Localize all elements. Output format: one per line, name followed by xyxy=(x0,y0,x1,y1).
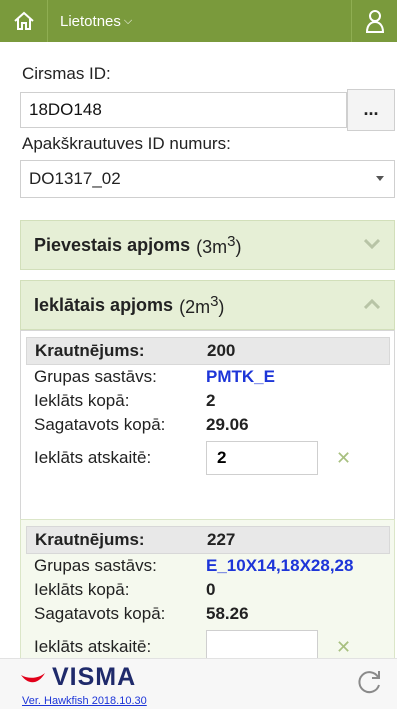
chevron-down-icon: ⌵ xyxy=(123,14,133,27)
home-button[interactable] xyxy=(0,0,48,42)
krautnejums-card-2: Krautnējums: 227 Grupas sastāvs: E_10X14… xyxy=(26,526,390,668)
cirsmas-lookup-button[interactable]: ... xyxy=(347,89,395,131)
pievestais-apjoms-amount: (3m3) xyxy=(196,232,242,257)
grupas-link[interactable]: PMTK_E xyxy=(206,367,275,387)
clear-icon[interactable]: ✕ xyxy=(336,448,351,469)
clear-icon[interactable]: ✕ xyxy=(336,637,351,658)
ieklatais-apjoms-title: Ieklātais apjoms xyxy=(34,294,174,315)
apps-menu-button[interactable]: Lietotnes ⌵ xyxy=(48,0,132,42)
krautnejums-row: Krautnējums: 200 xyxy=(26,337,390,365)
apakskrautuves-id-value: DO1317_02 xyxy=(29,169,121,188)
home-icon xyxy=(13,11,34,30)
krautnejums-value: 227 xyxy=(207,530,236,549)
ieklats-kopa-label: Ieklāts kopā: xyxy=(34,391,130,410)
chevron-down-icon xyxy=(364,239,380,249)
apps-menu-label: Lietotnes xyxy=(60,12,121,30)
ieklats-kopa-row: Ieklāts kopā: 0 xyxy=(26,578,390,602)
pievestais-apjoms-title: Pievestais apjoms xyxy=(34,234,191,255)
sagatavots-row: Sagatavots kopā: 29.06 xyxy=(26,413,390,437)
atskaite-label: Ieklāts atskaitē: xyxy=(34,448,152,467)
krautnejums-label: Krautnējums: xyxy=(35,341,145,360)
ieklats-kopa-value: 2 xyxy=(206,391,216,410)
krautnejums-label: Krautnējums: xyxy=(35,530,145,549)
atskaite-row: Ieklāts atskaitē: ✕ xyxy=(26,437,390,479)
sagatavots-value: 58.26 xyxy=(206,604,249,623)
chevron-up-icon xyxy=(364,299,380,309)
grupas-row: Grupas sastāvs: PMTK_E xyxy=(26,365,390,389)
cirsmas-id-label: Cirsmas ID: xyxy=(22,64,111,83)
refresh-icon[interactable] xyxy=(357,669,383,695)
krautnejums-row: Krautnējums: 227 xyxy=(26,526,390,554)
grupas-link[interactable]: E_10X14,18X28,28 xyxy=(206,556,353,576)
sagatavots-value: 29.06 xyxy=(206,415,249,434)
apakskrautuves-id-label: Apakškrautuves ID numurs: xyxy=(22,134,231,153)
grupas-label: Grupas sastāvs: xyxy=(34,556,157,575)
atskaite-input[interactable] xyxy=(206,441,318,475)
ieklats-kopa-value: 0 xyxy=(206,580,216,599)
cirsmas-id-input[interactable] xyxy=(20,92,347,128)
ieklats-kopa-label: Ieklāts kopā: xyxy=(34,580,130,599)
pievestais-apjoms-header[interactable]: Pievestais apjoms (3m3) xyxy=(20,220,395,270)
visma-swoosh-icon xyxy=(21,672,45,682)
version-link[interactable]: Ver. Hawkfish 2018.10.30 xyxy=(22,695,147,707)
sagatavots-label: Sagatavots kopā: xyxy=(34,415,166,434)
atskaite-label: Ieklāts atskaitē: xyxy=(34,637,152,656)
caret-down-icon xyxy=(376,176,384,181)
visma-logo: VISMA xyxy=(20,663,136,692)
ieklatais-apjoms-header[interactable]: Ieklātais apjoms (2m3) xyxy=(20,280,395,330)
ieklatais-apjoms-amount: (2m3) xyxy=(179,292,225,317)
user-button[interactable] xyxy=(351,0,397,42)
visma-brand: VISMA xyxy=(52,663,137,691)
sagatavots-label: Sagatavots kopā: xyxy=(34,604,166,623)
user-icon xyxy=(365,10,384,33)
grupas-row: Grupas sastāvs: E_10X14,18X28,28 xyxy=(26,554,390,578)
grupas-label: Grupas sastāvs: xyxy=(34,367,157,386)
footer: VISMA Ver. Hawkfish 2018.10.30 xyxy=(0,658,397,709)
krautnejums-value: 200 xyxy=(207,341,236,360)
top-bar: Lietotnes ⌵ xyxy=(0,0,397,42)
apakskrautuves-id-select[interactable]: DO1317_02 xyxy=(20,160,395,198)
krautnejums-card: Krautnējums: 200 Grupas sastāvs: PMTK_E … xyxy=(26,337,390,479)
sagatavots-row: Sagatavots kopā: 58.26 xyxy=(26,602,390,626)
ieklats-kopa-row: Ieklāts kopā: 2 xyxy=(26,389,390,413)
